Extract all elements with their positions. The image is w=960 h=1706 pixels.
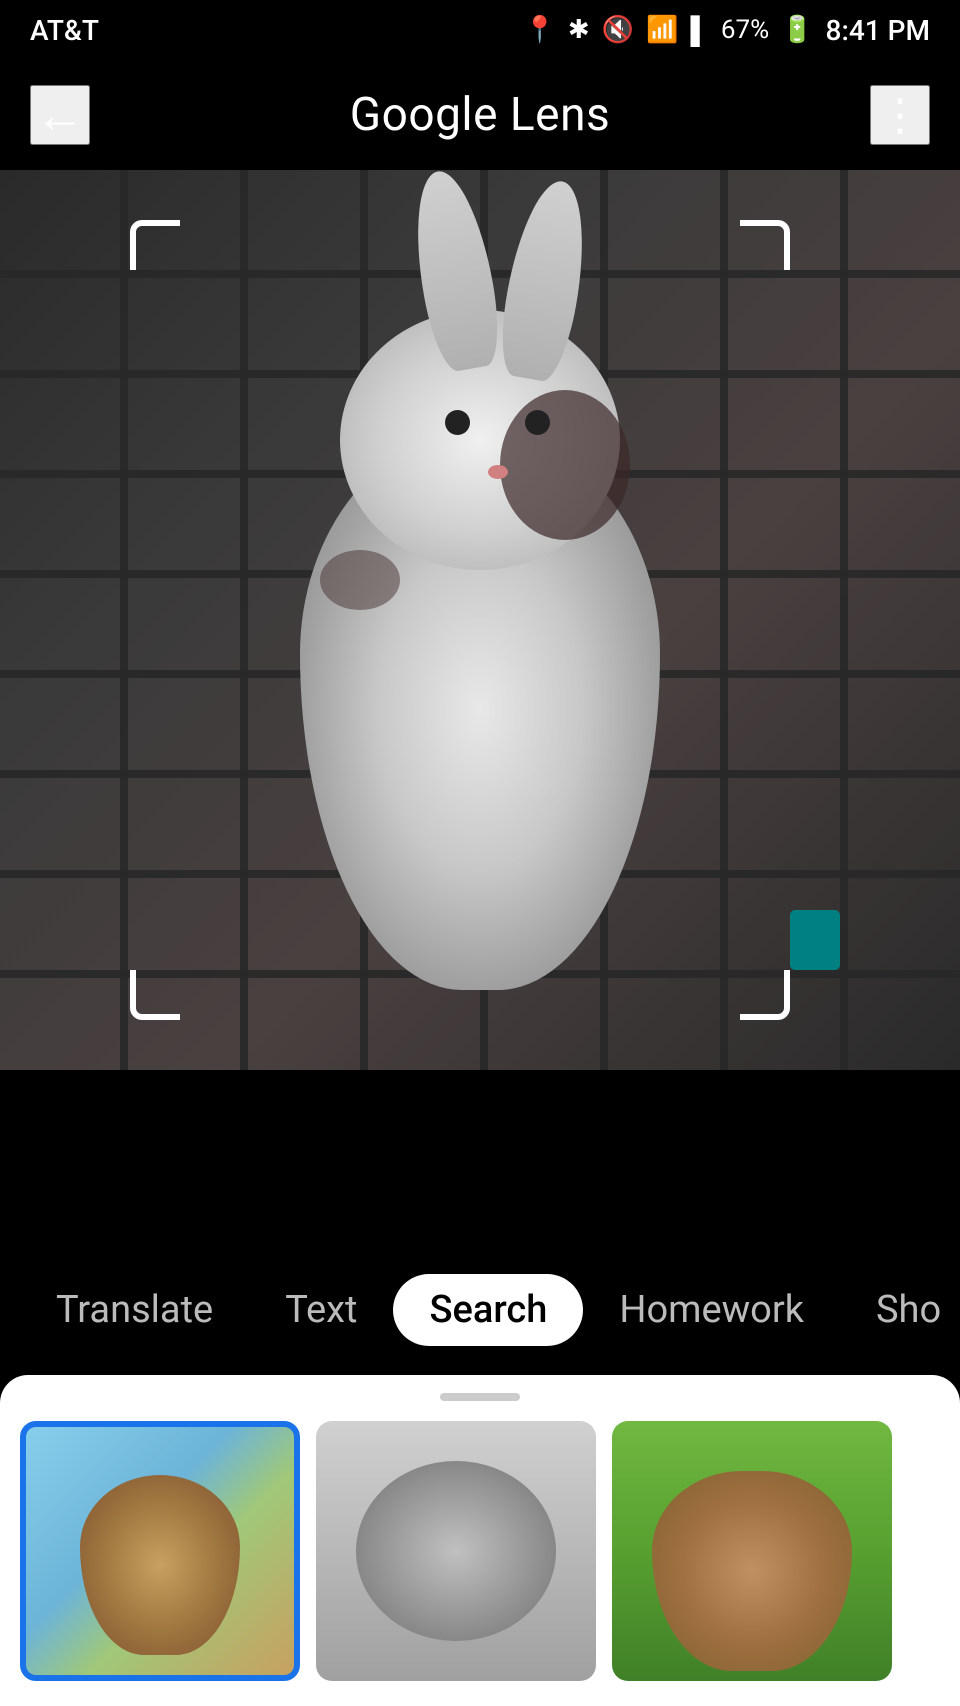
tab-homework[interactable]: Homework — [583, 1274, 840, 1346]
tab-shopping[interactable]: Sho — [840, 1274, 960, 1346]
corner-tl — [130, 220, 180, 270]
mode-tabs-bar: Translate Text Search Homework Sho — [0, 1250, 960, 1370]
status-bar: AT&T 📍 ✱ 🔇 📶 ▌ 67% 🔋 8:41 PM — [0, 0, 960, 60]
result-item[interactable] — [20, 1421, 300, 1681]
silent-icon: 🔇 — [602, 15, 634, 45]
result-image-content — [356, 1461, 556, 1641]
results-grid — [0, 1421, 960, 1681]
carrier-label: AT&T — [30, 14, 99, 47]
result-item[interactable] — [612, 1421, 892, 1681]
more-options-button[interactable]: ⋮ — [870, 85, 930, 145]
black-padding — [0, 1070, 960, 1270]
teal-object — [790, 910, 840, 970]
back-button[interactable]: ← — [30, 85, 90, 145]
app-title: Google Lens — [350, 88, 610, 142]
viewfinder — [0, 170, 960, 1070]
result-item[interactable] — [316, 1421, 596, 1681]
bluetooth-icon: ✱ — [568, 15, 590, 45]
time-label: 8:41 PM — [826, 14, 930, 47]
battery-label: 67% — [721, 15, 769, 45]
status-right-group: 📍 ✱ 🔇 📶 ▌ 67% 🔋 8:41 PM — [524, 14, 930, 47]
battery-icon: 🔋 — [781, 15, 813, 45]
tab-text[interactable]: Text — [249, 1274, 393, 1346]
more-options-icon: ⋮ — [878, 90, 922, 141]
signal-icon: ▌ — [690, 15, 708, 46]
result-image-content — [652, 1471, 852, 1671]
selection-frame — [130, 220, 790, 1020]
corner-br — [740, 970, 790, 1020]
back-icon: ← — [35, 86, 85, 144]
bottom-sheet — [0, 1375, 960, 1706]
location-icon: 📍 — [524, 15, 556, 45]
tab-search[interactable]: Search — [393, 1274, 583, 1346]
result-image-content — [80, 1475, 240, 1655]
wifi-icon: 📶 — [646, 15, 678, 45]
tab-translate[interactable]: Translate — [20, 1274, 249, 1346]
bottom-sheet-handle — [440, 1393, 520, 1401]
corner-bl — [130, 970, 180, 1020]
corner-tr — [740, 220, 790, 270]
app-bar: ← Google Lens ⋮ — [0, 60, 960, 170]
camera-preview — [0, 170, 960, 1070]
